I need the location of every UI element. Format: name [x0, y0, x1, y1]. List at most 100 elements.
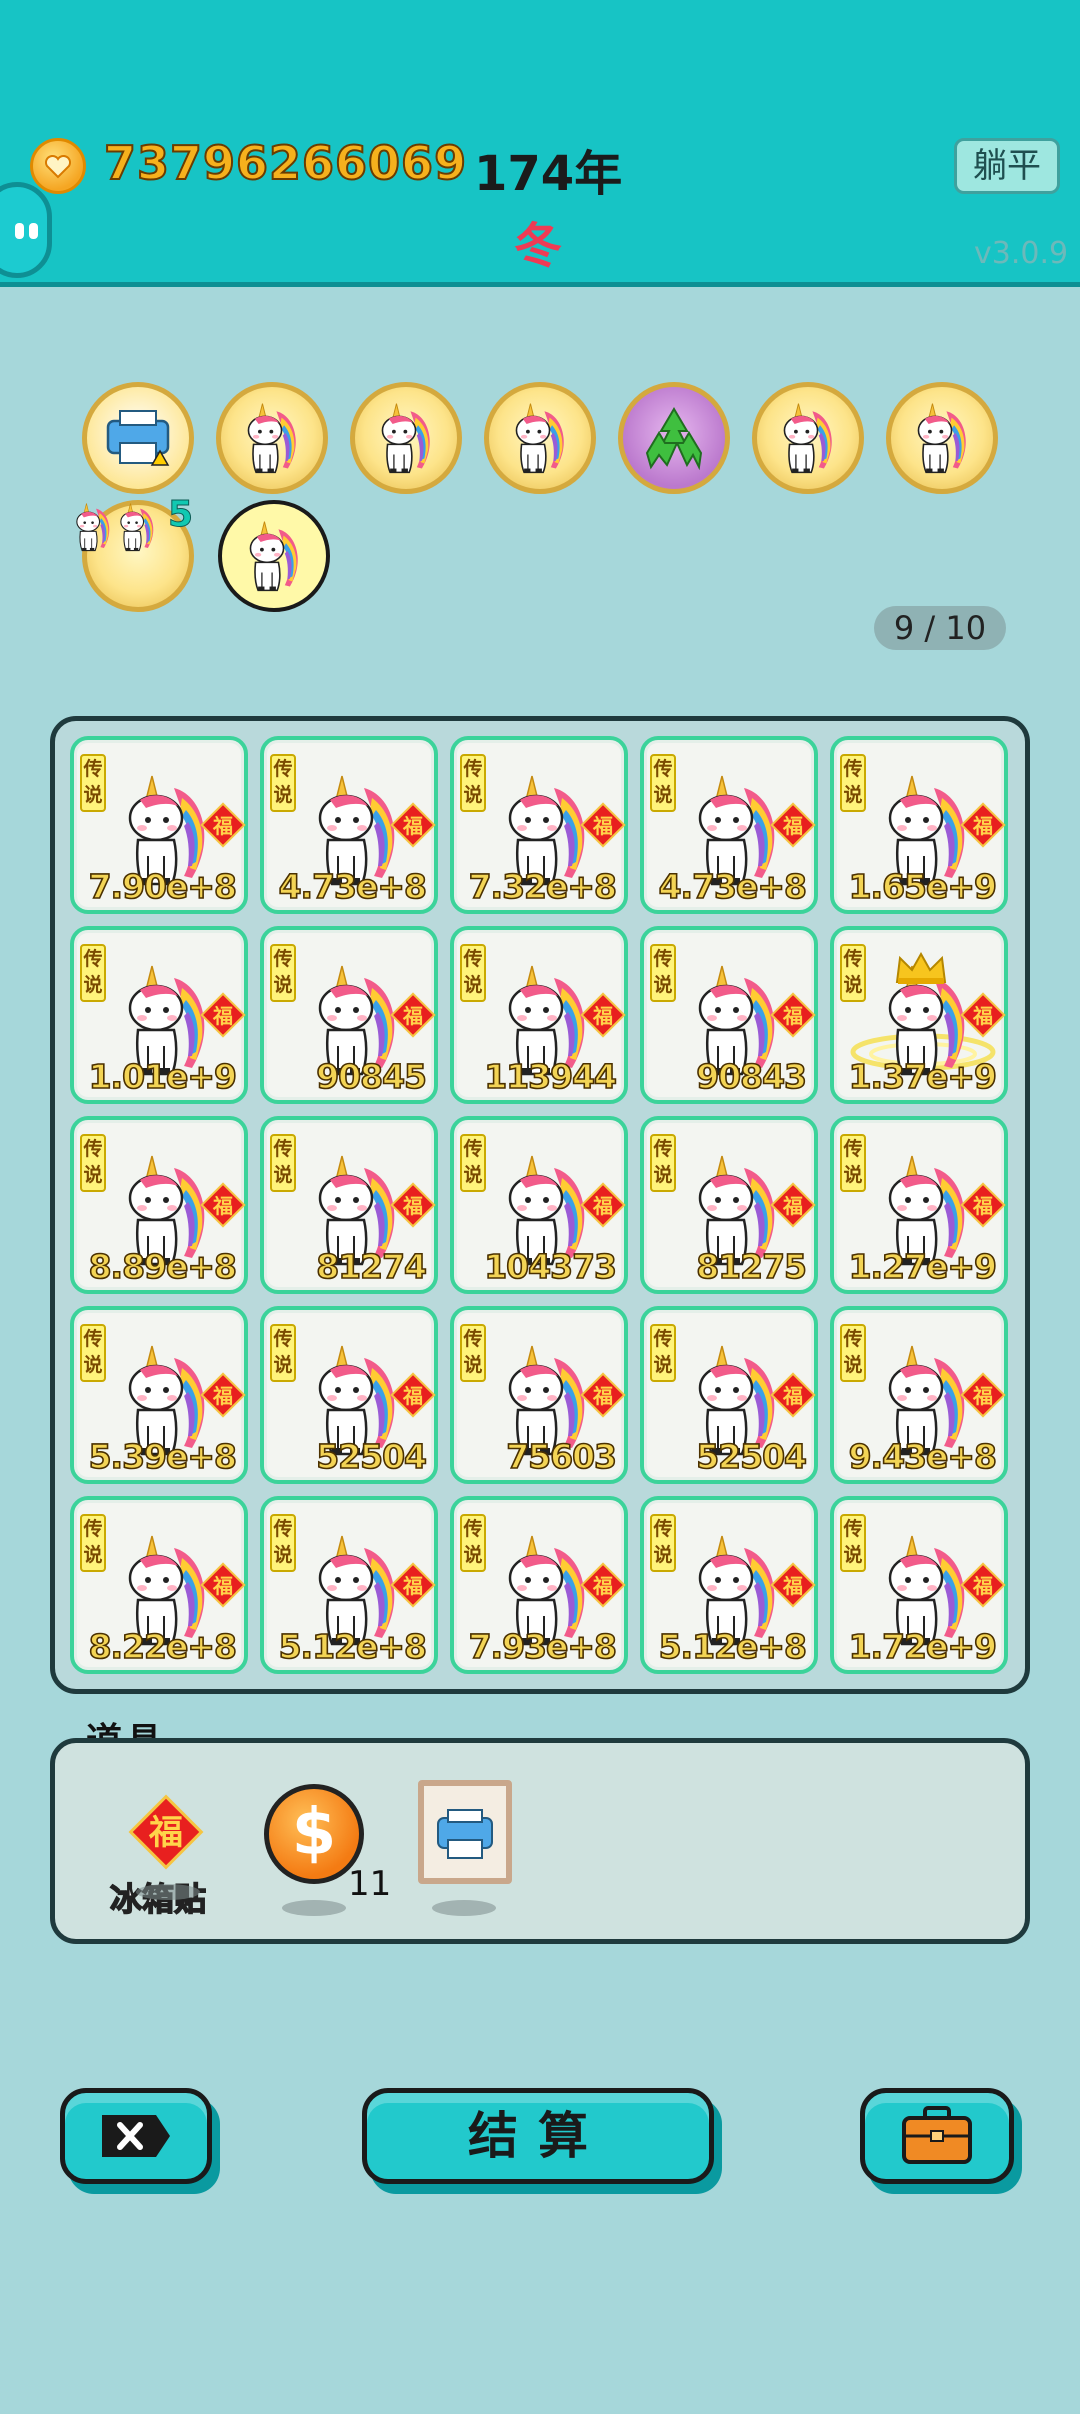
board-cell[interactable]: 传说 福 52504 — [260, 1306, 438, 1484]
board-cell[interactable]: 传说 福 7.90e+8 — [70, 736, 248, 914]
svg-text:福: 福 — [782, 1384, 803, 1408]
board-cell[interactable]: 传说 福 4.73e+8 — [260, 736, 438, 914]
board-cell[interactable]: 传说 福 5.12e+8 — [260, 1496, 438, 1674]
cell-value: 7.93e+8 — [468, 1626, 618, 1667]
unicorn-selected-badge[interactable] — [218, 500, 330, 612]
fu-tag-icon: 福 — [770, 992, 816, 1042]
svg-text:福: 福 — [972, 1574, 993, 1598]
cell-value: 113944 — [483, 1056, 617, 1097]
printer-badge[interactable] — [82, 382, 194, 494]
settle-button[interactable]: 结算 — [362, 2088, 714, 2184]
discard-button[interactable] — [60, 2088, 212, 2184]
unicorn-badge[interactable] — [484, 382, 596, 494]
cell-value: 5.39e+8 — [88, 1436, 238, 1477]
svg-text:福: 福 — [592, 1384, 613, 1408]
legendary-tag: 传说 — [650, 944, 676, 1002]
board-cell[interactable]: 传说 福 5.12e+8 — [640, 1496, 818, 1674]
fu-tag-icon: 福 — [390, 1182, 436, 1232]
fu-tag-icon: 福 — [580, 992, 626, 1042]
svg-text:福: 福 — [402, 1574, 423, 1598]
svg-text:福: 福 — [212, 814, 233, 838]
item-shadow — [432, 1900, 496, 1916]
legendary-tag: 传说 — [460, 944, 486, 1002]
svg-text:福: 福 — [972, 814, 993, 838]
cell-value: 5.12e+8 — [278, 1626, 428, 1667]
board-cell[interactable]: 传说 福 90845 — [260, 926, 438, 1104]
printer-item[interactable] — [418, 1780, 512, 1884]
lie-flat-button[interactable]: 躺平 — [954, 138, 1060, 194]
svg-text:福: 福 — [402, 1004, 423, 1028]
recycle-icon — [645, 407, 703, 471]
svg-text:福: 福 — [592, 814, 613, 838]
fu-tag-icon: 福 — [580, 1372, 626, 1422]
legendary-tag: 传说 — [270, 1134, 296, 1192]
fu-tag-icon: 福 — [960, 802, 1006, 852]
board-cell[interactable]: 传说 福 81275 — [640, 1116, 818, 1294]
board-cell[interactable]: 传说 福 1.65e+9 — [830, 736, 1008, 914]
legendary-tag: 传说 — [840, 754, 866, 812]
dollar-icon: $ — [291, 1796, 337, 1870]
board-cell[interactable]: 传说 福 5.39e+8 — [70, 1306, 248, 1484]
unicorn-badge[interactable] — [350, 382, 462, 494]
fu-tag-icon: 福 — [960, 1182, 1006, 1232]
fu-tag-icon: 福 — [770, 1372, 816, 1422]
board-cell[interactable]: 传说 福 7.93e+8 — [450, 1496, 628, 1674]
board-cell[interactable]: 传说 福 81274 — [260, 1116, 438, 1294]
unicorn-badge[interactable] — [886, 382, 998, 494]
board-cell[interactable]: 传说 福 1.72e+9 — [830, 1496, 1008, 1674]
board-cell[interactable]: 传说 福 7.32e+8 — [450, 736, 628, 914]
board-cell[interactable]: 传说 福 1.01e+9 — [70, 926, 248, 1104]
board-cell[interactable]: 传说 福 104373 — [450, 1116, 628, 1294]
board-cell[interactable]: 传说 福 90843 — [640, 926, 818, 1104]
legendary-tag: 传说 — [270, 1324, 296, 1382]
fu-tag-icon: 福 — [200, 992, 246, 1042]
fu-tag-icon: 福 — [960, 1562, 1006, 1612]
backpack-button[interactable] — [860, 2088, 1014, 2184]
board-cell[interactable]: 传说 福 1.27e+9 — [830, 1116, 1008, 1294]
svg-text:福: 福 — [212, 1004, 233, 1028]
cell-value: 1.72e+9 — [848, 1626, 998, 1667]
svg-text:福: 福 — [402, 814, 423, 838]
legendary-tag: 传说 — [840, 1134, 866, 1192]
board-cell[interactable]: 传说 福 4.73e+8 — [640, 736, 818, 914]
progress-counter: 9 / 10 — [874, 606, 1006, 650]
cell-value: 1.01e+9 — [88, 1056, 238, 1097]
svg-text:福: 福 — [972, 1004, 993, 1028]
cell-value: 75603 — [505, 1436, 617, 1477]
delete-tag-icon — [102, 2115, 170, 2157]
unicorn-badge[interactable] — [216, 382, 328, 494]
cell-value: 5.12e+8 — [658, 1626, 808, 1667]
fu-tag-icon: 福 — [390, 992, 436, 1042]
fridge-sticker-item[interactable]: 福 — [128, 1794, 204, 1870]
board-cell[interactable]: 传说 福 8.89e+8 — [70, 1116, 248, 1294]
board-cell[interactable]: 传说 福 113944 — [450, 926, 628, 1104]
side-assistant-bubble[interactable] — [0, 182, 52, 278]
cell-value: 4.73e+8 — [658, 866, 808, 907]
cell-value: 90845 — [315, 1056, 427, 1097]
recycle-badge[interactable] — [618, 382, 730, 494]
board-cell[interactable]: 传说 福 1.37e+9 — [830, 926, 1008, 1104]
legendary-tag: 传说 — [80, 1324, 106, 1382]
top-bar: 73796266069 174年 冬 躺平 v3.0.9 — [0, 0, 1080, 287]
svg-text:福: 福 — [212, 1384, 233, 1408]
coin-heart-icon — [30, 138, 86, 194]
legendary-tag: 传说 — [80, 1134, 106, 1192]
unicorn-badge[interactable] — [752, 382, 864, 494]
svg-text:福: 福 — [782, 1194, 803, 1218]
version-label: v3.0.9 — [974, 236, 1069, 271]
season-label: 冬 — [514, 218, 563, 274]
cell-value: 4.73e+8 — [278, 866, 428, 907]
board-cell[interactable]: 传说 福 9.43e+8 — [830, 1306, 1008, 1484]
cell-value: 81274 — [315, 1246, 427, 1287]
coin-balance: 73796266069 — [103, 135, 468, 191]
board-cell[interactable]: 传说 福 52504 — [640, 1306, 818, 1484]
svg-text:福: 福 — [592, 1194, 613, 1218]
svg-text:福: 福 — [402, 1194, 423, 1218]
cell-value: 1.65e+9 — [848, 866, 998, 907]
board-cell[interactable]: 传说 福 8.22e+8 — [70, 1496, 248, 1674]
cell-value: 9.43e+8 — [848, 1436, 998, 1477]
cell-value: 52504 — [315, 1436, 427, 1477]
board-cell[interactable]: 传说 福 75603 — [450, 1306, 628, 1484]
fu-tag-icon: 福 — [770, 1182, 816, 1232]
printer-icon — [106, 410, 170, 466]
